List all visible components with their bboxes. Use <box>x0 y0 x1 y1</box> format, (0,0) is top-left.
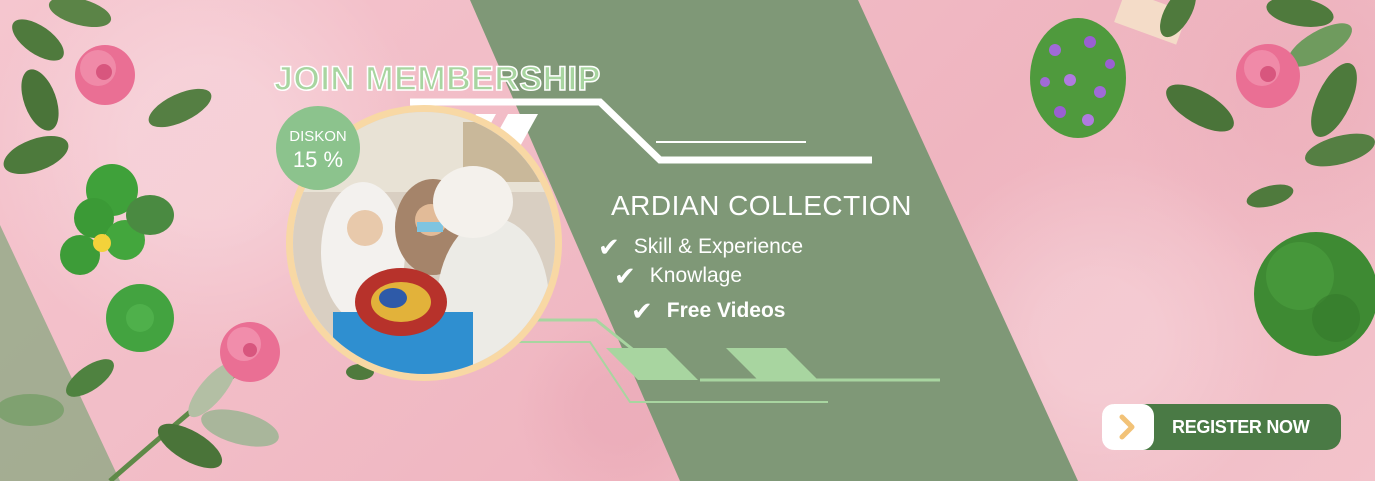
feature-label: Knowlage <box>649 264 743 287</box>
checkmark-icon: ✔ <box>614 261 636 291</box>
membership-banner: JOIN MEMBERSHIP DISKON 15 % ARDIAN COLLE… <box>0 0 1375 481</box>
purple-flower-bush-icon <box>1030 18 1126 138</box>
discount-badge: DISKON 15 % <box>276 106 360 190</box>
feature-item: ✔ Free Videos <box>631 298 785 324</box>
round-leaf-icon <box>106 284 174 352</box>
checkmark-icon: ✔ <box>598 232 620 262</box>
join-membership-title: JOIN MEMBERSHIP <box>273 59 601 99</box>
discount-label: DISKON <box>289 128 347 145</box>
feature-label: Skill & Experience <box>633 235 804 258</box>
brand-name: ARDIAN COLLECTION <box>611 190 912 221</box>
chevron-right-icon <box>1102 404 1154 450</box>
moss-ball-icon <box>1254 232 1375 356</box>
discount-value: 15 % <box>292 147 344 172</box>
rose-top-right-icon <box>1114 0 1375 208</box>
feature-item: ✔ Skill & Experience <box>598 234 803 260</box>
feature-item: ✔ Knowlage <box>614 263 742 289</box>
green-left-strip <box>0 225 120 481</box>
feature-label: Free Videos <box>666 299 786 322</box>
green-flower-icon <box>60 164 174 275</box>
checkmark-icon: ✔ <box>631 296 653 326</box>
chevron-right-glyph <box>1119 414 1135 440</box>
rose-top-left-icon <box>3 0 212 175</box>
register-now-button[interactable]: REGISTER NOW <box>1102 404 1341 450</box>
register-now-label: REGISTER NOW <box>1172 416 1310 437</box>
